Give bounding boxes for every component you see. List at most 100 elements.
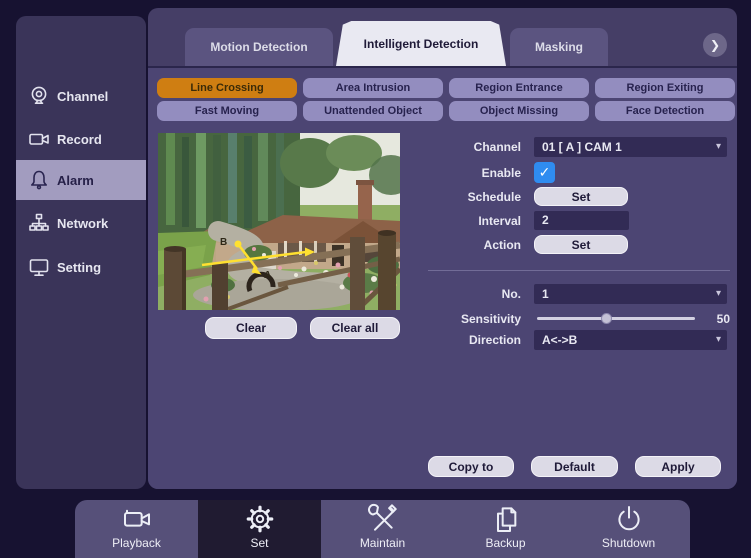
interval-value: 2 [542,213,549,227]
webcam-icon [27,84,51,108]
type-button-fast-moving[interactable]: Fast Moving [157,101,297,121]
more-tabs-button[interactable]: ❯ [703,33,727,57]
type-button-unattended-object[interactable]: Unattended Object [303,101,443,121]
clear-all-button[interactable]: Clear all [310,317,400,339]
apply-label: Apply [661,459,695,474]
interval-label: Interval [478,214,521,228]
sidebar-item-label: Channel [57,88,109,104]
sensitivity-label: Sensitivity [460,312,521,326]
number-select[interactable]: 1 ▾ [534,284,727,304]
sensitivity-value: 50 [716,312,730,326]
nav-label: Backup [485,536,526,550]
sidebar-item-channel[interactable]: Channel [16,76,146,116]
sidebar-item-setting[interactable]: Setting [16,247,146,287]
marker-a-label: A [264,270,271,281]
sidebar-item-record[interactable]: Record [16,119,146,159]
power-icon [613,503,645,535]
type-button-area-intrusion[interactable]: Area Intrusion [303,78,443,98]
video-camera-icon [121,503,153,535]
nav-label: Set [250,536,269,550]
nav-maintain[interactable]: Maintain [321,500,444,558]
default-label: Default [554,459,595,474]
clear-button[interactable]: Clear [205,317,297,339]
sidebar-item-label: Setting [57,259,102,275]
channel-select-value: 01 [ A ] CAM 1 [542,140,622,154]
nav-backup[interactable]: Backup [444,500,567,558]
number-select-value: 1 [542,287,549,301]
tab-label: Masking [534,40,583,54]
nav-shutdown[interactable]: Shutdown [567,500,690,558]
marker-b-label: B [220,237,227,248]
type-label: Fast Moving [194,105,260,117]
caret-down-icon: ▾ [715,288,721,299]
direction-select[interactable]: A<->B ▾ [534,330,727,350]
type-label: Region Exiting [626,82,704,94]
bottom-navbar: Playback Set Maintain Backup Shutdown [75,500,690,558]
camera-preview-image: B A [158,133,400,310]
bell-icon [27,168,51,192]
nav-label: Shutdown [601,536,656,550]
monitor-icon [27,255,51,279]
type-label: Object Missing [479,105,559,117]
main-panel: Motion Detection Intelligent Detection M… [148,8,737,489]
direction-label: Direction [468,333,521,347]
action-set-label: Set [571,237,591,252]
check-icon: ✓ [538,164,551,180]
chevron-right-icon: ❯ [709,38,721,52]
schedule-set-label: Set [571,189,591,204]
schedule-label: Schedule [467,190,521,204]
nav-playback[interactable]: Playback [75,500,198,558]
tabstrip-divider [148,66,737,68]
schedule-set-button[interactable]: Set [534,187,628,206]
direction-select-value: A<->B [542,333,578,347]
clear-all-button-label: Clear all [331,321,379,335]
tab-label: Motion Detection [210,40,308,54]
caret-down-icon: ▾ [715,334,721,345]
sidebar-item-label: Record [57,131,102,147]
action-set-button[interactable]: Set [534,235,628,254]
type-label: Face Detection [625,105,705,117]
channel-label: Channel [473,140,521,154]
type-label: Unattended Object [324,105,422,117]
sidebar: Channel Record Alarm Network Setting [16,16,146,489]
detection-area-canvas[interactable]: B A [158,133,400,310]
sensitivity-slider-thumb[interactable] [601,313,612,324]
type-button-face-detection[interactable]: Face Detection [595,101,735,121]
section-divider [428,270,730,271]
type-button-object-missing[interactable]: Object Missing [449,101,589,121]
type-label: Line Crossing [190,82,264,94]
gear-icon [244,503,276,535]
type-button-line-crossing[interactable]: Line Crossing [157,78,297,98]
sidebar-item-label: Network [57,215,109,231]
apply-button[interactable]: Apply [635,456,721,477]
tools-icon [367,503,399,535]
type-label: Area Intrusion [335,82,411,94]
copy-to-label: Copy to [448,459,494,474]
sidebar-item-label: Alarm [57,172,94,188]
tab-motion-detection[interactable]: Motion Detection [185,28,333,66]
network-nodes-icon [27,211,51,235]
copy-pages-icon [490,503,522,535]
type-button-region-exiting[interactable]: Region Exiting [595,78,735,98]
video-camera-icon [27,127,51,151]
nav-set[interactable]: Set [198,500,321,558]
default-button[interactable]: Default [531,456,618,477]
dvr-settings-screen: Channel Record Alarm Network Setting Mot… [0,0,751,558]
clear-button-label: Clear [235,321,267,335]
number-label: No. [501,287,521,301]
enable-checkbox[interactable]: ✓ [534,162,555,183]
sidebar-item-network[interactable]: Network [16,203,146,243]
nav-label: Playback [112,536,161,550]
channel-select[interactable]: 01 [ A ] CAM 1 ▾ [534,137,727,157]
nav-label: Maintain [359,536,406,550]
interval-input[interactable]: 2 [534,211,629,230]
sensitivity-slider[interactable] [537,313,695,324]
caret-down-icon: ▾ [715,141,721,152]
sidebar-item-alarm[interactable]: Alarm [16,160,146,200]
tab-masking[interactable]: Masking [510,28,608,66]
copy-to-button[interactable]: Copy to [428,456,514,477]
tab-intelligent-detection[interactable]: Intelligent Detection [336,21,506,66]
tab-label: Intelligent Detection [363,36,479,51]
type-button-region-entrance[interactable]: Region Entrance [449,78,589,98]
enable-label: Enable [481,166,521,180]
